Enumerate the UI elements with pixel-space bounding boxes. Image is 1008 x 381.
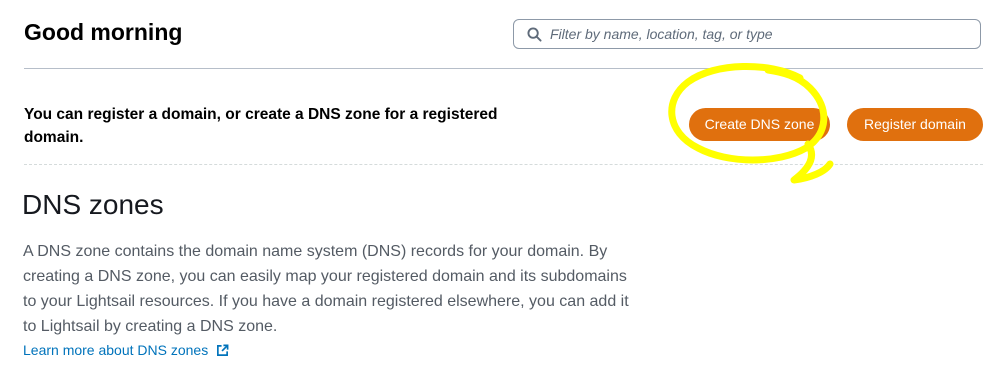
register-domain-button[interactable]: Register domain	[847, 108, 983, 141]
page-title: Good morning	[24, 19, 183, 45]
external-link-icon	[217, 344, 229, 356]
search-input[interactable]	[550, 20, 972, 48]
learn-more-label: Learn more about DNS zones	[23, 342, 209, 358]
search-icon	[527, 27, 542, 42]
create-dns-zone-button[interactable]: Create DNS zone	[689, 108, 830, 141]
domain-notice: You can register a domain, or create a D…	[24, 68, 983, 165]
notice-text: You can register a domain, or create a D…	[24, 106, 498, 146]
search-box[interactable]	[513, 19, 981, 49]
section-title: DNS zones	[22, 189, 164, 220]
page-header: Good morning	[24, 0, 983, 69]
section-description: A DNS zone contains the domain name syst…	[23, 243, 629, 335]
learn-more-link[interactable]: Learn more about DNS zones	[23, 342, 229, 358]
